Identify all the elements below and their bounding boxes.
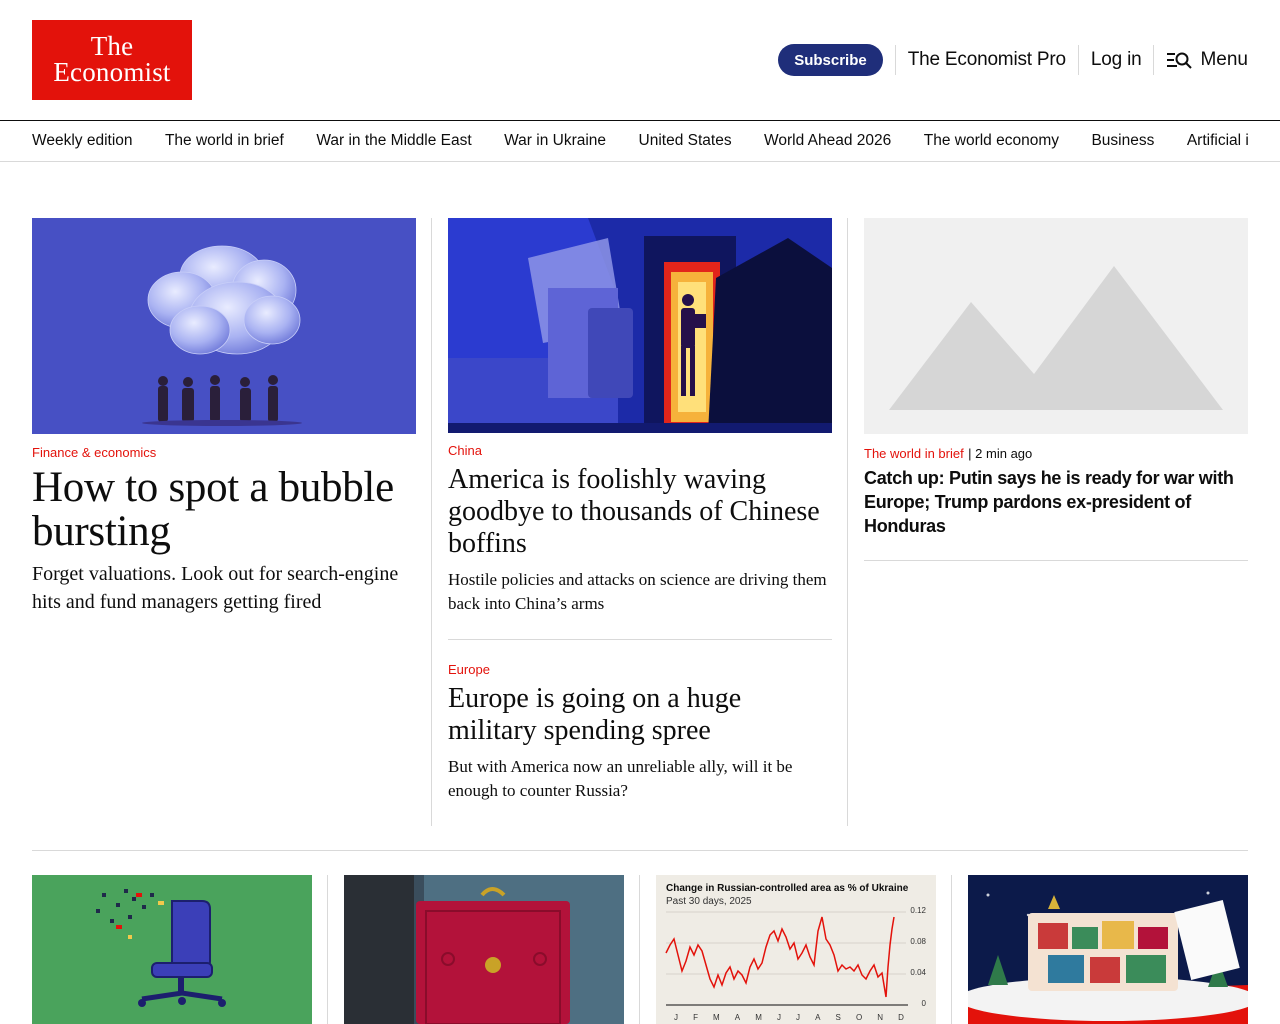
world-in-brief-card[interactable]: The world in brief | 2 min ago Catch up:… — [864, 218, 1248, 538]
menu-search-icon — [1167, 52, 1193, 69]
card-divider — [639, 875, 640, 1024]
europe-story-description: But with America now an unreliable ally,… — [448, 757, 793, 800]
header-divider — [1153, 45, 1155, 75]
mini-chart-ytick: 0.04 — [910, 968, 926, 977]
brief-timestamp: 2 min ago — [975, 446, 1033, 461]
mini-chart-xtick: F — [693, 1013, 698, 1022]
brief-title[interactable]: Catch up: Putin says he is ready for war… — [864, 466, 1248, 538]
office-chair-illustration[interactable] — [32, 875, 312, 1024]
bottom-card-chair[interactable] — [32, 875, 312, 1024]
mini-chart-ytick: 0.12 — [910, 906, 926, 915]
mini-chart-xtick: J — [796, 1013, 801, 1022]
brief-rubric[interactable]: The world in brief — [864, 446, 964, 461]
mini-chart-xaxis: J F M A M J J A S O N D — [674, 1013, 904, 1022]
mini-chart-xtick: J — [674, 1013, 678, 1022]
card-divider — [327, 875, 328, 1024]
column-divider — [847, 218, 848, 826]
china-story-description: Hostile policies and attacks on science … — [448, 570, 827, 613]
mini-chart-xtick: D — [898, 1013, 904, 1022]
row-divider — [32, 850, 1248, 851]
mini-chart-ytick: 0.08 — [910, 937, 926, 946]
menu-label: Menu — [1200, 49, 1248, 70]
bottom-card-budget-box[interactable] — [344, 875, 624, 1024]
europe-story[interactable]: Europe Europe is going on a huge militar… — [448, 662, 832, 803]
nav-item-war-middle-east[interactable]: War in the Middle East — [316, 121, 471, 161]
mini-chart-xtick: M — [713, 1013, 720, 1022]
china-story-rubric[interactable]: China — [448, 443, 832, 458]
logo-line-2: Economist — [53, 57, 171, 87]
china-story-image[interactable] — [448, 218, 832, 433]
image-placeholder-icon — [864, 218, 1248, 434]
nav-item-world-economy[interactable]: The world economy — [924, 121, 1059, 161]
mini-chart-xtick: J — [776, 1013, 781, 1022]
red-budget-box-photo[interactable] — [344, 875, 624, 1024]
nav-item-artificial-intelligence[interactable]: Artificial intellig — [1187, 121, 1248, 161]
header-divider — [894, 45, 896, 75]
bottom-card-chart[interactable]: Change in Russian-controlled area as % o… — [656, 875, 936, 1024]
brief-divider — [864, 560, 1248, 561]
menu-button[interactable]: Menu — [1166, 49, 1248, 71]
subscribe-button[interactable]: Subscribe — [778, 44, 883, 76]
mini-chart-plot — [665, 911, 908, 1006]
bottom-card-advent[interactable] — [968, 875, 1248, 1024]
lead-story-description: Forget valuations. Look out for search-e… — [32, 563, 399, 613]
column-divider — [431, 218, 432, 826]
section-nav-list: Weekly edition The world in brief War in… — [32, 121, 1248, 161]
lead-story-title[interactable]: How to spot a bubble bursting — [32, 466, 416, 554]
advent-calendar-photo[interactable] — [968, 875, 1248, 1024]
mini-chart-ytick: 0 — [921, 999, 926, 1008]
mini-chart-xtick: M — [755, 1013, 762, 1022]
lead-story[interactable]: Finance & economics How to spot a bubble… — [32, 218, 416, 616]
nav-item-world-in-brief[interactable]: The world in brief — [165, 121, 284, 161]
story-divider — [448, 639, 832, 640]
china-story-title[interactable]: America is foolishly waving goodbye to t… — [448, 464, 832, 560]
nav-item-united-states[interactable]: United States — [639, 121, 732, 161]
section-nav: Weekly edition The world in brief War in… — [0, 120, 1280, 162]
nav-item-business[interactable]: Business — [1091, 121, 1154, 161]
nav-item-weekly-edition[interactable]: Weekly edition — [32, 121, 133, 161]
secondary-stories: China America is foolishly waving goodby… — [448, 218, 832, 800]
header-divider — [1077, 45, 1079, 75]
brief-meta: The world in brief | 2 min ago — [864, 445, 1248, 463]
mini-chart-xtick: A — [815, 1013, 821, 1022]
header-actions: Subscribe The Economist Pro Log in Menu — [778, 43, 1248, 77]
mini-chart-xtick: A — [734, 1013, 741, 1022]
nav-item-war-ukraine[interactable]: War in Ukraine — [504, 121, 606, 161]
nav-item-world-ahead-2026[interactable]: World Ahead 2026 — [764, 121, 891, 161]
card-divider — [951, 875, 952, 1024]
china-story[interactable]: China America is foolishly waving goodby… — [448, 218, 832, 616]
login-link[interactable]: Log in — [1091, 49, 1142, 71]
logo-line-1: The — [90, 31, 134, 61]
site-header: The Economist Subscribe The Economist Pr… — [0, 0, 1280, 120]
mini-chart-xtick: O — [855, 1013, 863, 1022]
lead-story-rubric[interactable]: Finance & economics — [32, 445, 416, 460]
europe-story-title[interactable]: Europe is going on a huge military spend… — [448, 683, 832, 747]
europe-story-rubric[interactable]: Europe — [448, 662, 832, 677]
mini-chart-xtick: S — [835, 1013, 841, 1022]
mini-chart-xtick: N — [877, 1013, 884, 1022]
economist-logo[interactable]: The Economist — [32, 20, 192, 100]
economist-pro-link[interactable]: The Economist Pro — [908, 49, 1066, 71]
lead-story-image[interactable] — [32, 218, 416, 434]
